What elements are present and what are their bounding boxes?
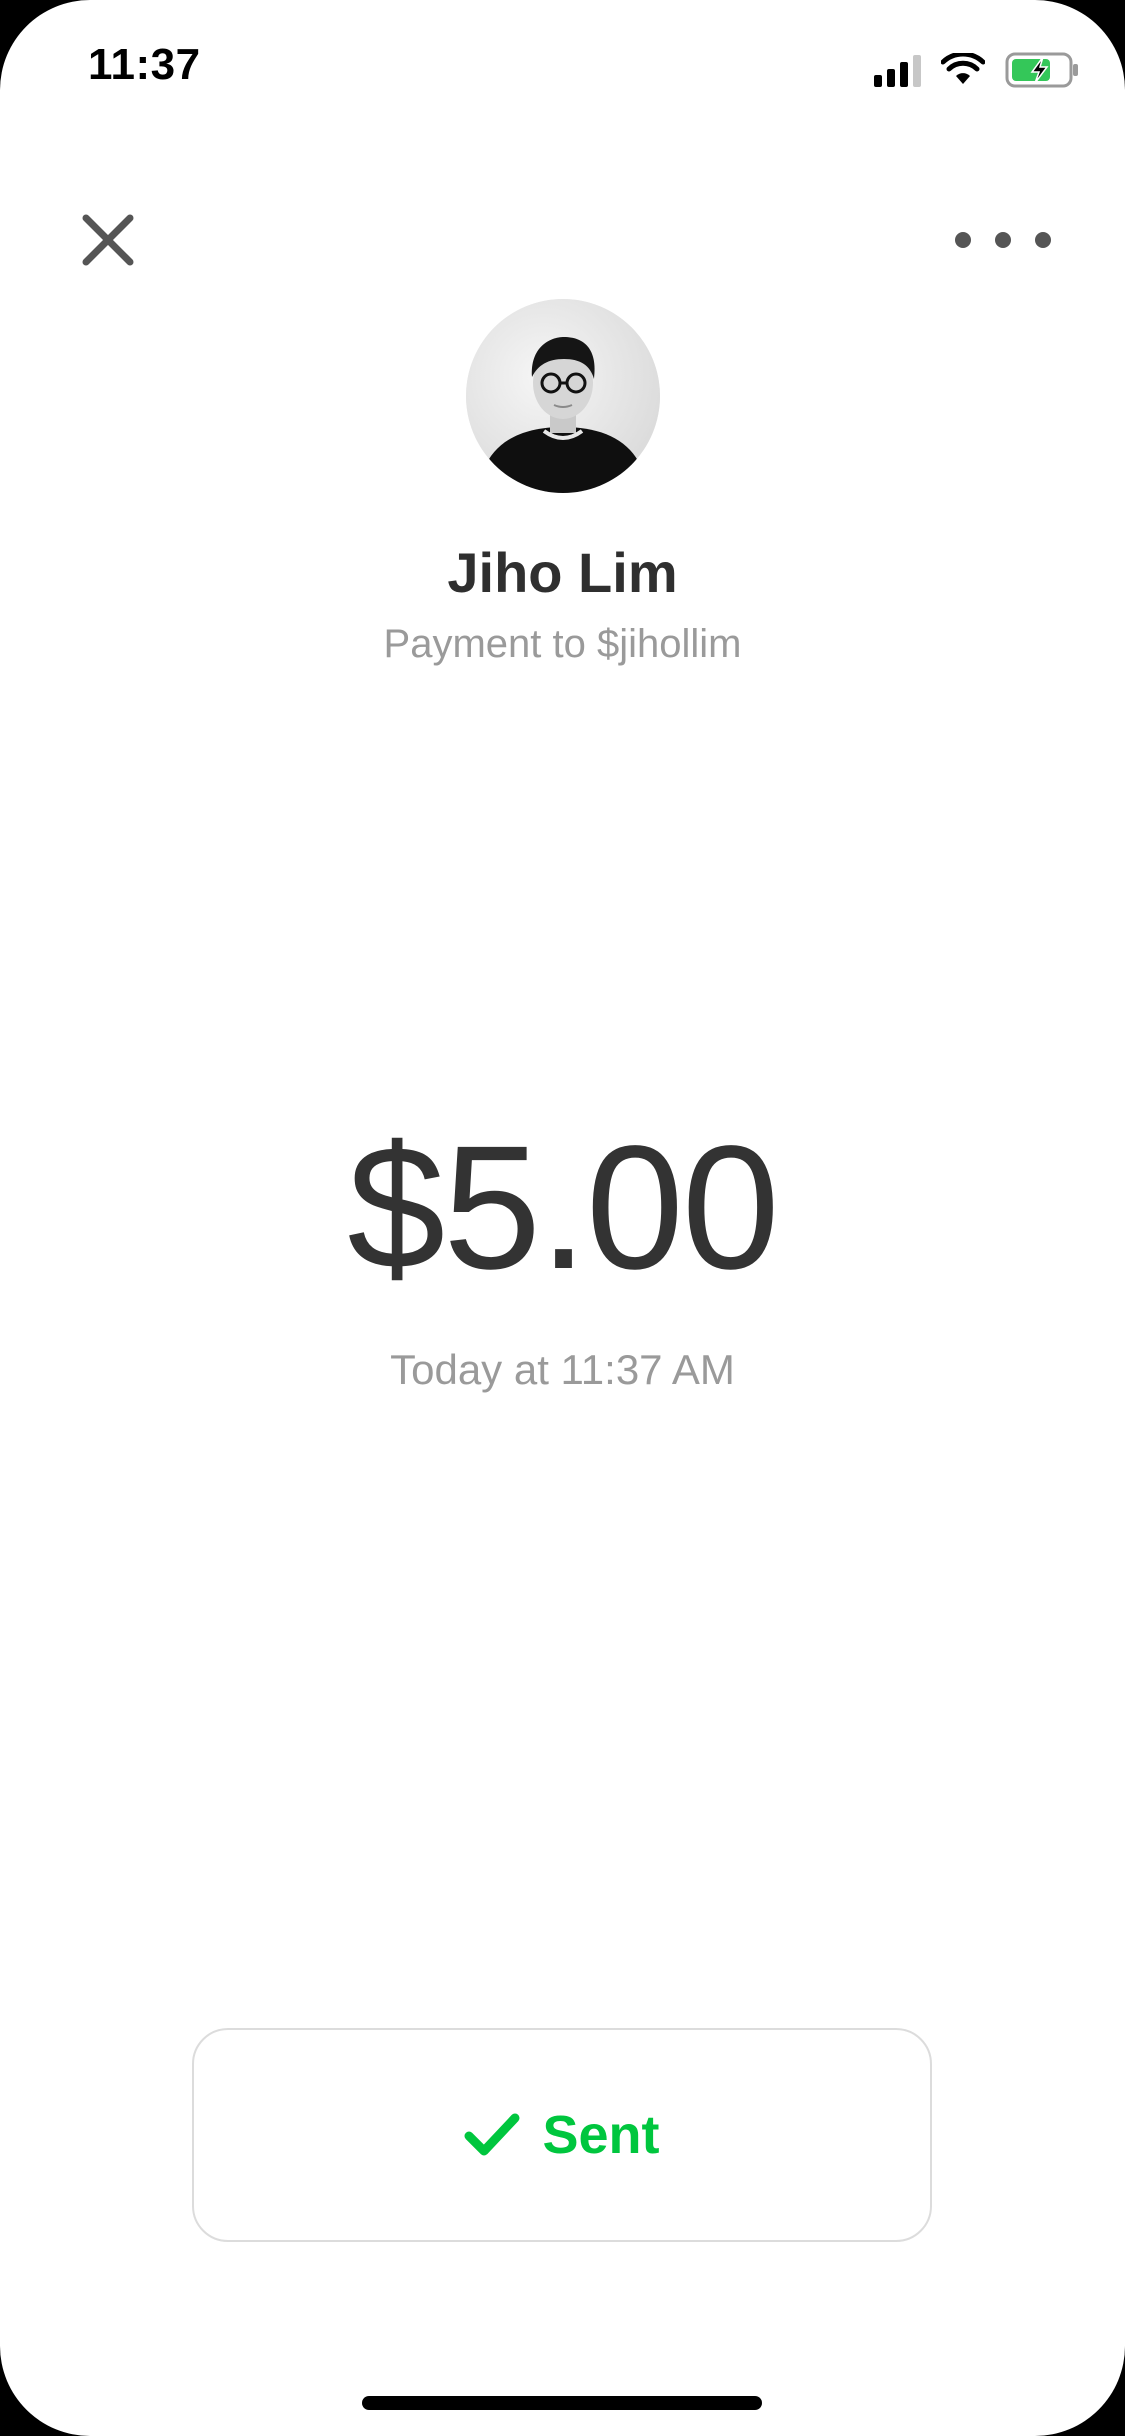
more-horizontal-icon xyxy=(955,232,971,248)
recipient-cashtag: Payment to $jihollim xyxy=(383,622,742,666)
cellular-signal-icon xyxy=(874,53,921,87)
status-bar-icons xyxy=(874,50,1081,90)
recipient-avatar[interactable] xyxy=(466,299,660,493)
payment-amount: $5.00 xyxy=(347,1110,779,1306)
payment-timestamp: Today at 11:37 AM xyxy=(390,1346,735,1393)
payment-status-button[interactable]: Sent xyxy=(192,2028,932,2242)
home-indicator[interactable] xyxy=(362,2396,762,2410)
more-horizontal-icon xyxy=(1035,232,1051,248)
wifi-icon xyxy=(941,53,985,84)
payment-detail-screen: 11:37 Jiho Lim Payment to $jihollim $5.0… xyxy=(0,0,1125,2436)
recipient-name: Jiho Lim xyxy=(447,541,678,604)
close-button[interactable] xyxy=(76,208,140,272)
more-options-button[interactable] xyxy=(955,220,1051,260)
avatar-photo xyxy=(466,299,660,493)
battery-charging-icon xyxy=(1005,52,1078,88)
checkmark-icon xyxy=(464,2113,520,2156)
close-icon xyxy=(82,214,134,266)
more-horizontal-icon xyxy=(995,232,1011,248)
status-bar-time: 11:37 xyxy=(88,40,201,89)
payment-status-label: Sent xyxy=(542,2105,660,2165)
